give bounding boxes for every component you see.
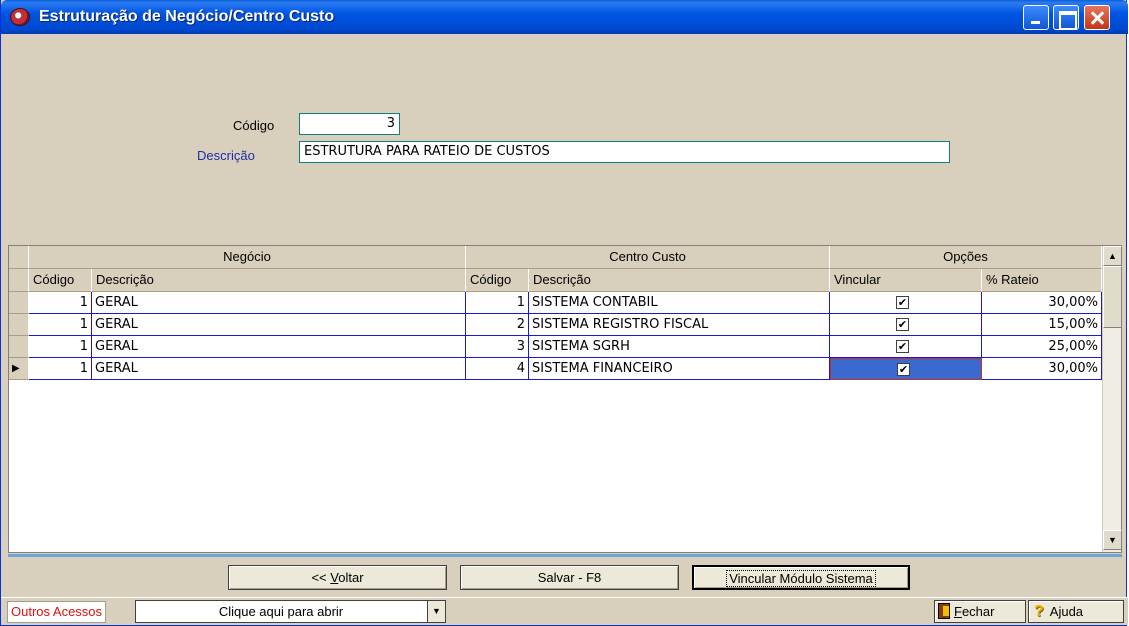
combo-value[interactable]: Clique aqui para abrir — [136, 601, 426, 622]
cell-neg-descricao[interactable]: GERAL — [92, 292, 466, 314]
voltar-button[interactable]: << Voltar — [228, 565, 447, 590]
codigo-label: Código — [233, 118, 275, 133]
cell-neg-descricao[interactable]: GERAL — [92, 358, 466, 380]
title-bar[interactable]: Estruturação de Negócio/Centro Custo — [1, 0, 1128, 34]
voltar-rest: oltar — [338, 570, 364, 585]
minimize-button[interactable] — [1023, 5, 1049, 30]
cell-vincular[interactable]: ✔ — [830, 292, 982, 314]
app-logo-icon[interactable] — [10, 8, 30, 26]
cell-rateio[interactable]: 30,00% — [982, 358, 1102, 380]
column-header-cc-codigo[interactable]: Código — [466, 269, 529, 292]
cell-cc-codigo[interactable]: 1 — [466, 292, 529, 314]
cell-cc-codigo[interactable]: 2 — [466, 314, 529, 336]
cell-rateio[interactable]: 15,00% — [982, 314, 1102, 336]
door-exit-icon — [938, 603, 950, 619]
voltar-prefix: << — [311, 570, 331, 585]
fechar-mnemonic: F — [954, 604, 962, 619]
cell-cc-descricao[interactable]: SISTEMA REGISTRO FISCAL — [529, 314, 830, 336]
cell-neg-codigo[interactable]: 1 — [29, 314, 92, 336]
cell-cc-codigo[interactable]: 4 — [466, 358, 529, 380]
separator-line — [8, 554, 1122, 557]
cell-cc-descricao[interactable]: SISTEMA SGRH — [529, 336, 830, 358]
group-header-opcoes: Opções — [830, 246, 1102, 269]
maximize-button[interactable] — [1053, 5, 1079, 30]
row-indicator[interactable] — [9, 292, 29, 314]
codigo-field[interactable]: 3 — [299, 113, 400, 135]
salvar-button[interactable]: Salvar - F8 — [460, 565, 679, 590]
cell-cc-codigo[interactable]: 3 — [466, 336, 529, 358]
cell-cc-descricao[interactable]: SISTEMA CONTABIL — [529, 292, 830, 314]
scroll-up-icon[interactable]: ▲ — [1103, 246, 1122, 266]
data-grid[interactable]: Negócio Centro Custo Opções Código Descr… — [8, 245, 1122, 553]
cell-rateio[interactable]: 25,00% — [982, 336, 1102, 358]
vincular-modulo-button[interactable]: Vincular Módulo Sistema — [692, 565, 910, 590]
descricao-label: Descrição — [197, 148, 255, 163]
ajuda-label: Ajuda — [1049, 604, 1084, 619]
column-header-neg-codigo[interactable]: Código — [29, 269, 92, 292]
fechar-rest: echar — [961, 604, 995, 619]
ajuda-button[interactable]: ? Ajuda — [1028, 600, 1124, 623]
outros-acessos-combo[interactable]: Clique aqui para abrir ▼ — [135, 600, 446, 623]
cell-neg-codigo[interactable]: 1 — [29, 336, 92, 358]
group-header-centro-custo: Centro Custo — [466, 246, 830, 269]
cell-neg-descricao[interactable]: GERAL — [92, 336, 466, 358]
row-indicator[interactable] — [9, 336, 29, 358]
vertical-scrollbar[interactable]: ▲ ▼ — [1102, 246, 1122, 552]
fechar-button[interactable]: Fechar — [934, 600, 1026, 623]
column-header-neg-descricao[interactable]: Descrição — [92, 269, 466, 292]
cell-vincular[interactable]: ✔ — [830, 336, 982, 358]
grid-corner-sub — [9, 269, 29, 292]
cell-rateio[interactable]: 30,00% — [982, 292, 1102, 314]
current-row-indicator[interactable]: ▶ — [9, 358, 29, 380]
scroll-down-icon[interactable]: ▼ — [1103, 530, 1122, 550]
cell-neg-codigo[interactable]: 1 — [29, 292, 92, 314]
scroll-thumb[interactable] — [1103, 266, 1122, 328]
cell-neg-descricao[interactable]: GERAL — [92, 314, 466, 336]
column-header-cc-descricao[interactable]: Descrição — [529, 269, 830, 292]
descricao-field[interactable]: ESTRUTURA PARA RATEIO DE CUSTOS — [299, 141, 950, 163]
column-header-rateio[interactable]: % Rateio — [982, 269, 1102, 292]
vincular-modulo-label: Vincular Módulo Sistema — [726, 570, 876, 587]
row-indicator[interactable] — [9, 314, 29, 336]
vincular-checkbox[interactable]: ✔ — [897, 363, 910, 376]
cell-vincular-selected[interactable]: ✔ — [830, 358, 982, 380]
column-header-vincular[interactable]: Vincular — [830, 269, 982, 292]
cell-vincular[interactable]: ✔ — [830, 314, 982, 336]
grid-corner — [9, 246, 29, 269]
vincular-checkbox[interactable]: ✔ — [896, 318, 909, 331]
help-icon: ? — [1034, 603, 1044, 620]
close-button[interactable] — [1084, 5, 1110, 30]
window-title: Estruturação de Negócio/Centro Custo — [39, 8, 335, 25]
group-header-negocio: Negócio — [29, 246, 466, 269]
cell-cc-descricao[interactable]: SISTEMA FINANCEIRO — [529, 358, 830, 380]
chevron-down-icon[interactable]: ▼ — [427, 601, 445, 622]
vincular-checkbox[interactable]: ✔ — [896, 296, 909, 309]
outros-acessos-label: Outros Acessos — [7, 601, 107, 623]
main-window: Estruturação de Negócio/Centro Custo Cód… — [0, 0, 1128, 626]
cell-neg-codigo[interactable]: 1 — [29, 358, 92, 380]
vincular-checkbox[interactable]: ✔ — [896, 340, 909, 353]
